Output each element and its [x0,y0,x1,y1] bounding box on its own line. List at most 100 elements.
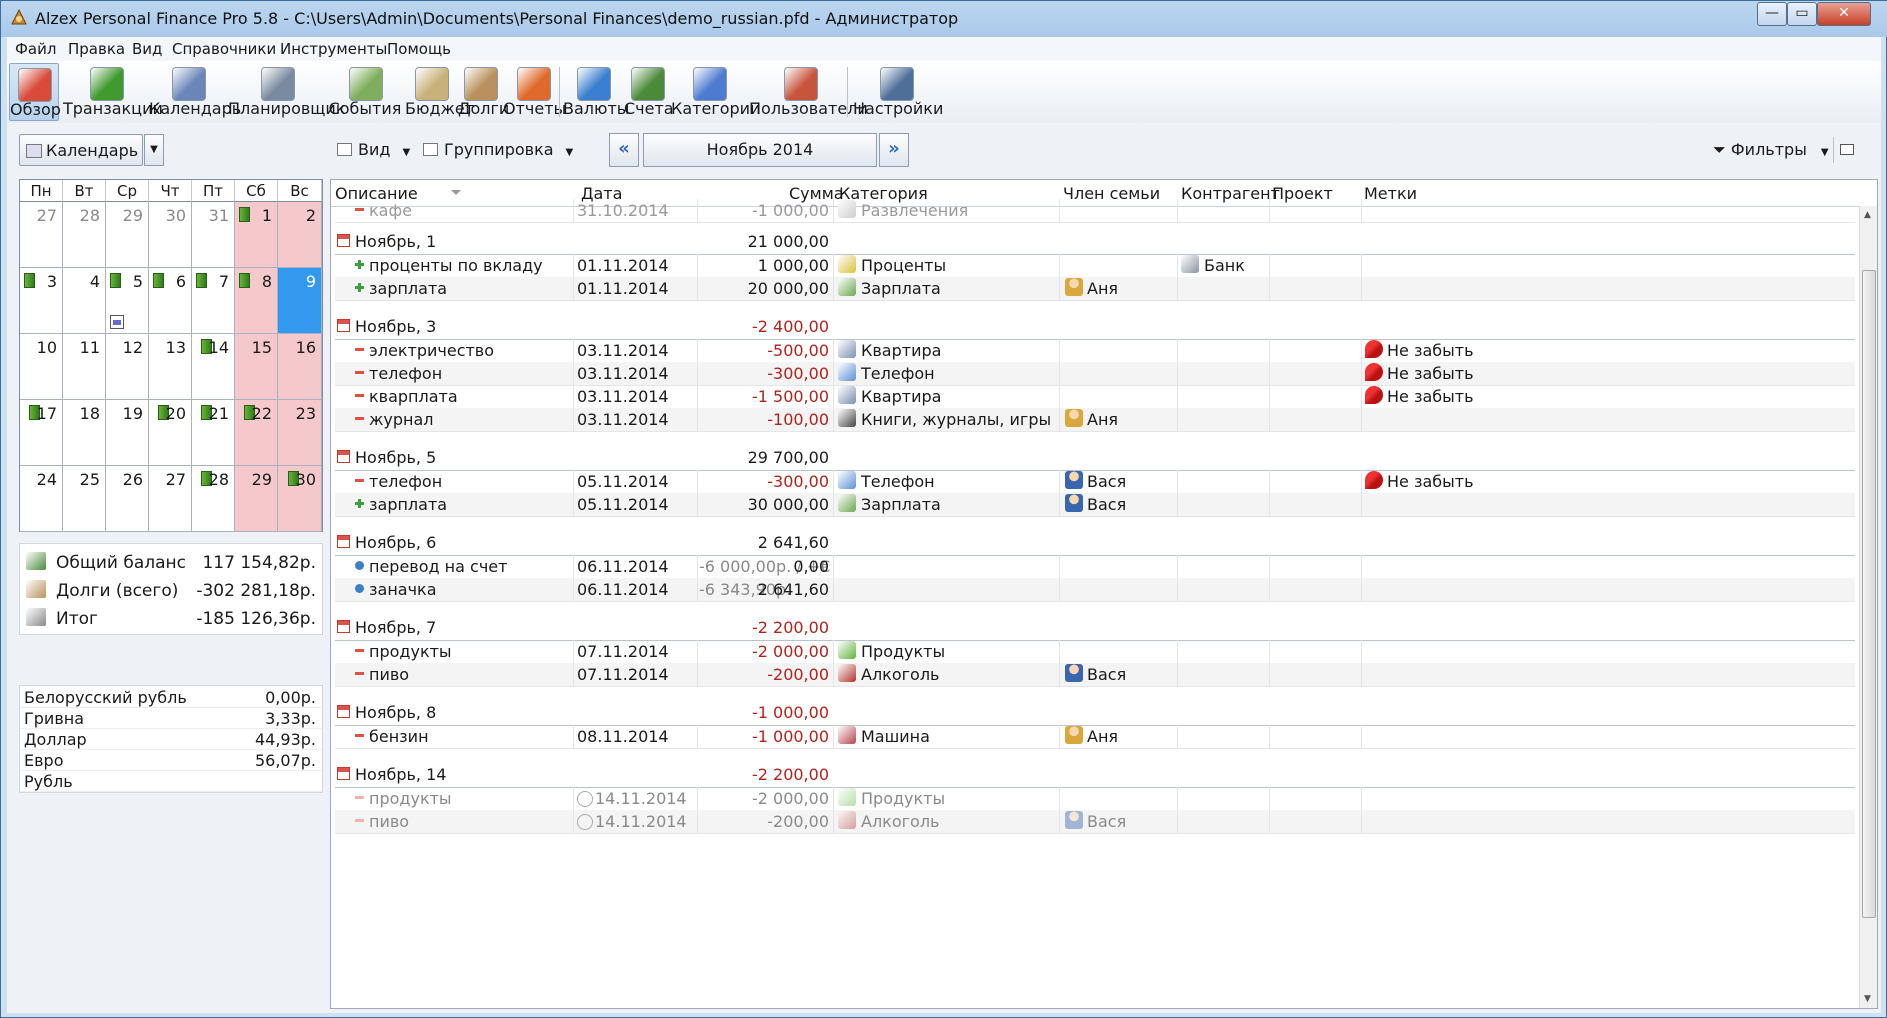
calendar-day[interactable]: 12 [106,334,149,400]
scroll-up-icon[interactable]: ▲ [1864,210,1871,220]
calendar-day[interactable]: 19 [106,400,149,466]
table-row[interactable]: заначка 06.11.2014 -6 343,90р. 2 641,60 [335,578,1855,602]
grouping-menu-button[interactable]: Группировка ▼ [423,140,573,159]
toolbar-transactions-button[interactable]: Транзакции [63,63,163,121]
menu-edit[interactable]: Правка [68,40,125,58]
calendar-day[interactable]: 17 [20,400,63,466]
table-row[interactable]: электричество 03.11.2014 -500,00 Квартира Не… [335,339,1855,363]
filters-button[interactable]: ⏷ Фильтры ▼ [1713,140,1829,160]
table-row[interactable]: проценты по вкладу 01.11.2014 1 000,00 Проц… [335,254,1855,278]
scroll-down-icon[interactable]: ▼ [1864,994,1871,1004]
vertical-scrollbar[interactable]: ▲ ▼ [1859,206,1877,1008]
calendar-day[interactable]: 6 [149,268,192,334]
toolbar-calendar-button[interactable]: Календарь [149,63,241,121]
maximize-button[interactable]: ▭ [1787,2,1817,26]
view-menu-button[interactable]: Вид ▼ [337,140,410,159]
calendar-day[interactable]: 10 [20,334,63,400]
calendar-day[interactable]: 18 [63,400,106,466]
calendar-day[interactable]: 29 [106,202,149,268]
menu-directories[interactable]: Справочники [172,40,276,58]
calendar-day[interactable]: 1 [235,202,278,268]
toolbar-debts-button[interactable]: Долги [458,63,509,121]
calendar-day[interactable]: 28 [192,466,235,532]
date-group-header[interactable]: Ноябрь, 6 2 641,60 [335,530,1855,556]
table-row[interactable]: перевод на счет 06.11.2014 -6 000,00р. / +… [335,555,1855,579]
calendar-combo-dropdown[interactable]: ▼ [144,134,164,166]
calendar-day[interactable]: 20 [149,400,192,466]
toolbar-budget-button[interactable]: Бюджет [405,63,474,121]
calendar-day[interactable]: 16 [278,334,322,400]
calendar-day[interactable]: 24 [20,466,63,532]
calendar-day[interactable]: 26 [106,466,149,532]
calendar-day[interactable]: 5 [106,268,149,334]
table-row[interactable]: кафе 31.10.2014 -1 000,00 Развлечения [335,199,1855,223]
table-row[interactable]: зарплата 05.11.2014 30 000,00 Зарплата Вася [335,493,1855,517]
calendar-day[interactable]: 23 [278,400,322,466]
menu-tools[interactable]: Инструменты [280,40,387,58]
calendar-day[interactable]: 28 [63,202,106,268]
table-row[interactable]: бензин 08.11.2014 -1 000,00 Машина Аня [335,725,1855,749]
table-row[interactable]: телефон 03.11.2014 -300,00 Телефон Не забыть [335,362,1855,386]
toolbar-planner-button[interactable]: Планировщик [228,63,345,121]
calendar-day[interactable]: 4 [63,268,106,334]
calendar-day[interactable]: 13 [149,334,192,400]
currency-rate-row[interactable]: Гривна 3,33р. [20,707,322,729]
app-icon[interactable] [9,8,29,28]
currency-rate-row[interactable]: Доллар 44,93р. [20,728,322,750]
calendar-day[interactable]: 29 [235,466,278,532]
table-row[interactable]: журнал 03.11.2014 -100,00 Книги, журналы, и… [335,408,1855,432]
calendar-day[interactable]: 31 [192,202,235,268]
next-month-button[interactable]: » [879,133,909,167]
calendar-day[interactable]: 14 [192,334,235,400]
calendar-day[interactable]: 27 [20,202,63,268]
calendar-day[interactable]: 8 [235,268,278,334]
prev-month-button[interactable]: « [609,133,639,167]
toolbar-settings-button[interactable]: Настройки [853,63,943,121]
column-divider [833,578,834,601]
currency-rate-row[interactable]: Евро 56,07р. [20,749,322,771]
close-button[interactable]: ✕ [1817,2,1871,26]
toolbar-accounts-button[interactable]: Счета [624,63,674,121]
calendar-day[interactable]: 22 [235,400,278,466]
table-row[interactable]: продукты 07.11.2014 -2 000,00 Продукты [335,640,1855,664]
toolbar-currencies-button[interactable]: Валюты [563,63,629,121]
menu-view[interactable]: Вид [132,40,162,58]
toolbar-reports-button[interactable]: Отчеты [503,63,566,121]
calendar-day[interactable]: 30 [278,466,322,532]
scroll-thumb[interactable] [1862,270,1876,918]
calendar-day[interactable]: 15 [235,334,278,400]
calendar-day[interactable]: 27 [149,466,192,532]
panel-toggle-button[interactable] [1833,137,1858,163]
calendar-day[interactable]: 2 [278,202,322,268]
toolbar-events-button[interactable]: События [326,63,404,121]
menu-file[interactable]: Файл [15,40,56,58]
currency-rate-row[interactable]: Рубль [20,770,322,792]
date-group-header[interactable]: Ноябрь, 14 -2 200,00 [335,762,1855,788]
date-group-header[interactable]: Ноябрь, 5 29 700,00 [335,445,1855,471]
table-row[interactable]: кварплата 03.11.2014 -1 500,00 Квартира Не з… [335,385,1855,409]
table-row[interactable]: продукты 14.11.2014 -2 000,00 Продукты [335,787,1855,811]
toolbar-categories-button[interactable]: Категории [671,63,760,121]
current-month[interactable]: Ноябрь 2014 [643,133,877,167]
calendar-day[interactable]: 30 [149,202,192,268]
calendar-day[interactable]: 11 [63,334,106,400]
calendar-day[interactable]: 7 [192,268,235,334]
calendar-day[interactable]: 9 [278,268,322,334]
calendar-view-combo[interactable]: Календарь [19,134,143,166]
date-group-header[interactable]: Ноябрь, 3 -2 400,00 [335,314,1855,340]
currency-rate-row[interactable]: Белорусский рубль 0,00р. [20,686,322,708]
calendar-day[interactable]: 21 [192,400,235,466]
menu-help[interactable]: Помощь [387,40,451,58]
table-row[interactable]: зарплата 01.11.2014 20 000,00 Зарплата Аня [335,277,1855,301]
calendar-day[interactable]: 25 [63,466,106,532]
date-group-header[interactable]: Ноябрь, 7 -2 200,00 [335,615,1855,641]
table-row[interactable]: пиво 07.11.2014 -200,00 Алкоголь Вася [335,663,1855,687]
date-group-header[interactable]: Ноябрь, 8 -1 000,00 [335,700,1855,726]
table-row[interactable]: пиво 14.11.2014 -200,00 Алкоголь Вася [335,810,1855,834]
date-group-header[interactable]: Ноябрь, 1 21 000,00 [335,229,1855,255]
table-row[interactable]: телефон 05.11.2014 -300,00 Телефон Вася Не за… [335,470,1855,494]
calendar-day[interactable]: 3 [20,268,63,334]
toolbar-users-button[interactable]: Пользователи [749,63,868,121]
minimize-button[interactable]: — [1757,2,1787,26]
toolbar-overview-button[interactable]: Обзор [9,63,61,121]
